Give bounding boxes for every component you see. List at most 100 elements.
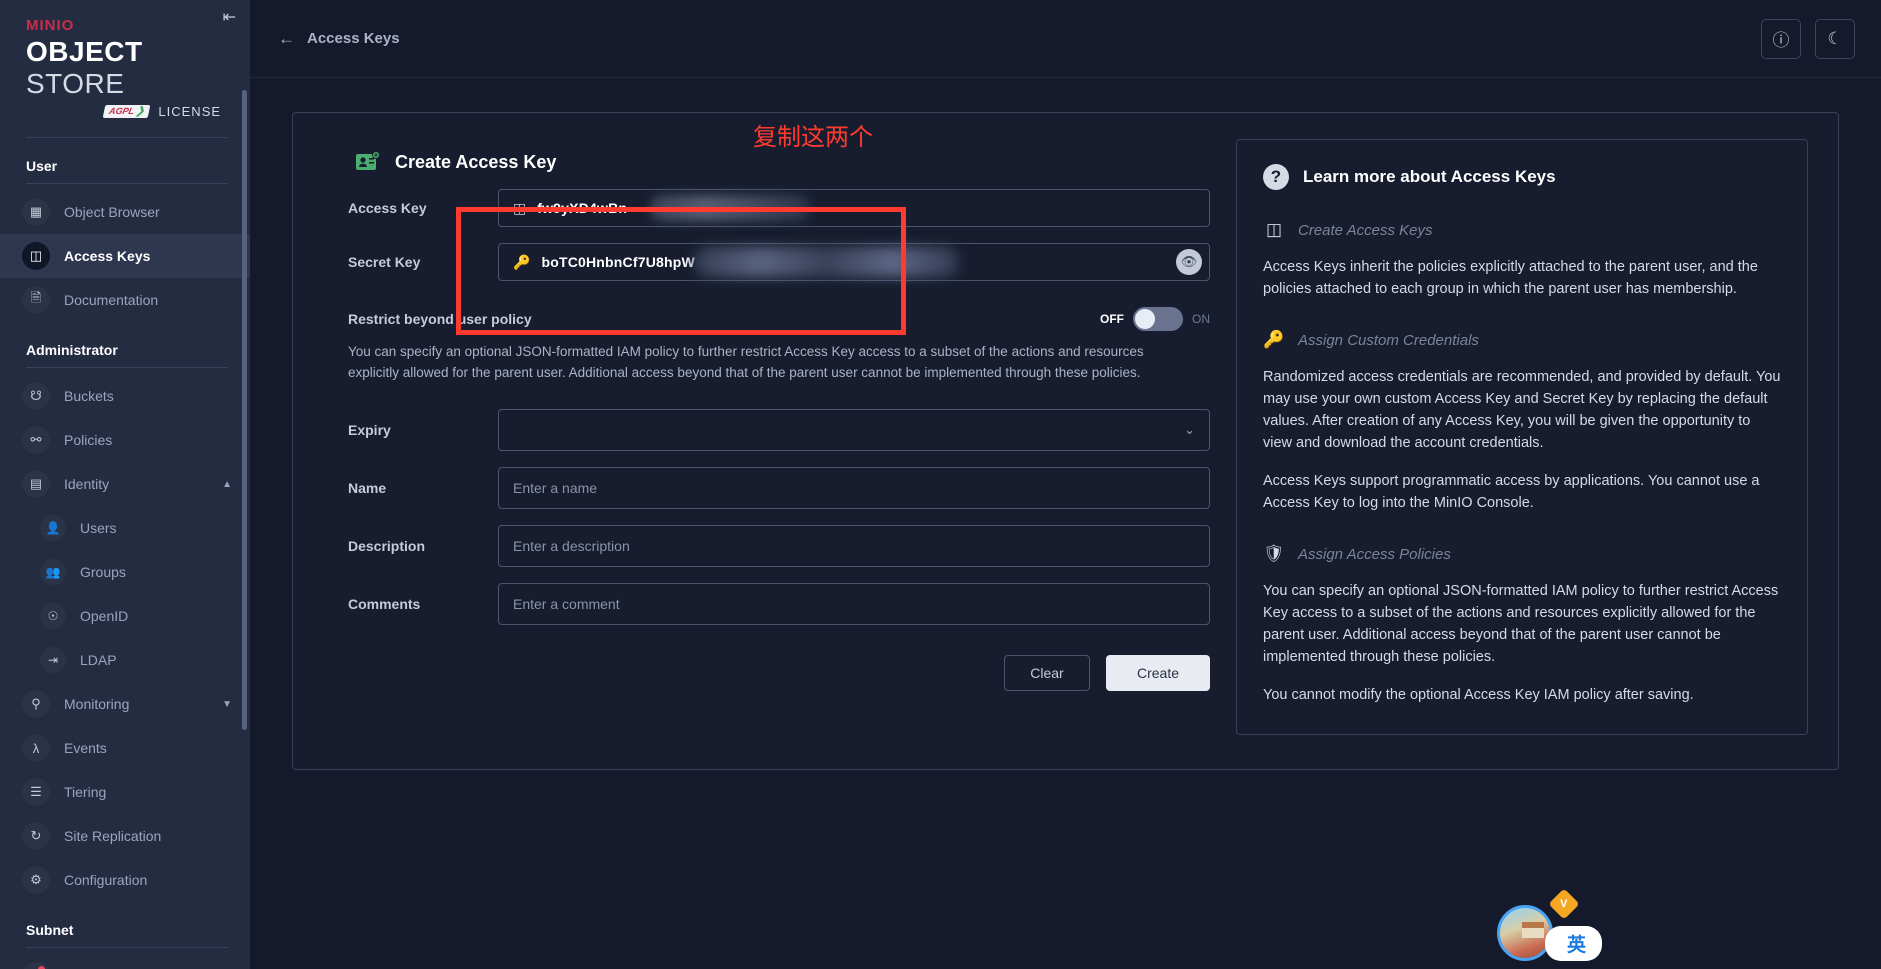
object-browser-icon: ▦ [22,198,50,226]
user-avatar-icon[interactable] [1497,905,1553,961]
sidebar: MINIO OBJECT STORE AGPL ❯ LICENSE ⇤ User… [0,0,250,969]
description-control: Enter a description [498,525,1210,567]
ime-widget[interactable]: V 英 [1497,888,1617,963]
name-control: Enter a name [498,467,1210,509]
secret-key-value: boTC0HnbnCf7U8hpW [541,254,695,270]
sidebar-item-configuration[interactable]: ⚙ Configuration [0,858,250,902]
sidebar-item-events[interactable]: λ Events [0,726,250,770]
help-heading-text: Assign Custom Credentials [1298,331,1479,349]
sidebar-item-license[interactable]: ▣ License [0,954,250,969]
page-title: Access Keys [307,30,400,47]
identity-icon: ▤ [22,470,50,498]
license-label: LICENSE [158,104,222,119]
help-paragraph: You can specify an optional JSON-formatt… [1263,583,1779,665]
agpl-swoosh-icon: ❯ [134,106,146,117]
help-paragraph: Randomized access credentials are recomm… [1263,369,1781,451]
panel-title-text: Create Access Key [395,151,557,172]
sidebar-item-documentation[interactable]: 🗎 Documentation [0,278,250,322]
name-label: Name [348,480,387,496]
topbar: ← Access Keys ⓘ ☾ [250,0,1881,78]
clear-button[interactable]: Clear [1004,655,1090,691]
restrict-policy-label: Restrict beyond user policy [348,311,532,327]
collapse-panel-icon[interactable]: ⇤ [223,10,236,26]
sidebar-item-openid[interactable]: ☉ OpenID [0,594,250,638]
ldap-icon: ⇥ [40,647,66,673]
sidebar-item-access-keys[interactable]: ◫ Access Keys [0,234,250,278]
toggle-knob [1135,309,1155,329]
access-key-input[interactable]: ◫ fw9yXD4wBn [498,189,1210,227]
ime-mode-label: 英 [1567,934,1587,956]
shield-icon: 🛡 [1263,544,1285,563]
section-rule [26,367,228,368]
form-actions: Clear Create [323,655,1210,691]
comments-input[interactable]: Enter a comment [498,583,1210,625]
openid-icon: ☉ [40,603,66,629]
description-placeholder: Enter a description [513,538,630,554]
key-icon: 🔑 [513,253,531,270]
sidebar-item-label: Configuration [64,872,148,888]
restrict-policy-row: Restrict beyond user policy OFF ON [323,307,1210,331]
secret-key-input[interactable]: 🔑 boTC0HnbnCf7U8hpW 👁 [498,243,1210,281]
eye-off-icon[interactable]: 👁 [1176,249,1202,275]
sidebar-item-label: Monitoring [64,696,130,712]
access-key-label: Access Key [348,200,427,216]
access-keys-icon: ◫ [22,242,50,270]
sidebar-item-identity[interactable]: ▤ Identity ▲ [0,462,250,506]
minio-console: MINIO OBJECT STORE AGPL ❯ LICENSE ⇤ User… [0,0,1881,969]
sidebar-item-label: Policies [64,432,113,448]
description-input[interactable]: Enter a description [498,525,1210,567]
panel-title: Create Access Key [355,151,1210,173]
vip-label: V [1560,898,1568,910]
sidebar-item-label: Access Keys [64,248,151,264]
sidebar-item-ldap[interactable]: ⇥ LDAP [0,638,250,682]
comments-placeholder: Enter a comment [513,596,620,612]
id-card-icon: ◫ [513,199,527,216]
create-access-key-icon [356,151,380,170]
help-header: ? Learn more about Access Keys [1263,164,1781,190]
sidebar-scrollbar[interactable] [242,90,247,730]
sidebar-item-tiering[interactable]: ☰ Tiering [0,770,250,814]
secret-key-row: Secret Key 🔑 boTC0HnbnCf7U8hpW 👁 [323,243,1210,281]
object-store-wordmark: OBJECT STORE [26,36,228,100]
help-paragraph: Access Keys support programmatic access … [1263,473,1760,511]
question-mark-icon: ? [1263,164,1289,190]
sidebar-item-buckets[interactable]: ☋ Buckets [0,374,250,418]
help-circle-icon[interactable]: ⓘ [1761,18,1801,59]
store-word: STORE [26,68,125,99]
groups-icon: 👥 [40,559,66,585]
restrict-policy-toggle-wrap: OFF ON [1100,307,1210,331]
license-row: AGPL ❯ LICENSE [26,104,228,119]
sidebar-item-users[interactable]: 👤 Users [0,506,250,550]
tiering-icon: ☰ [22,778,50,806]
moon-dark-mode-icon[interactable]: ☾ [1815,18,1855,59]
restrict-policy-toggle[interactable] [1133,307,1183,331]
expiry-row: Expiry ⌄ [323,409,1210,451]
help-title: Learn more about Access Keys [1303,167,1556,186]
sidebar-item-label: Events [64,740,107,756]
sidebar-item-label: LDAP [80,652,117,668]
site-replication-icon: ↻ [22,822,50,850]
agpl-badge: AGPL ❯ [102,105,151,118]
ime-mode-indicator[interactable]: 英 [1545,926,1603,961]
sidebar-item-site-replication[interactable]: ↻ Site Replication [0,814,250,858]
sidebar-item-object-browser[interactable]: ▦ Object Browser [0,190,250,234]
secret-key-control: 🔑 boTC0HnbnCf7U8hpW 👁 [498,243,1210,281]
sidebar-item-groups[interactable]: 👥 Groups [0,550,250,594]
expiry-select[interactable]: ⌄ [498,409,1210,451]
sidebar-item-monitoring[interactable]: ⚲ Monitoring ▼ [0,682,250,726]
create-button[interactable]: Create [1106,655,1210,691]
sidebar-item-label: Users [80,520,117,536]
help-paragraph: Access Keys inherit the policies explici… [1263,259,1758,297]
sidebar-item-label: Object Browser [64,204,160,220]
back-to-access-keys[interactable]: ← Access Keys [278,29,400,49]
section-rule [26,947,228,948]
help-paragraph: You cannot modify the optional Access Ke… [1263,687,1694,703]
sidebar-item-policies[interactable]: ⚯ Policies [0,418,250,462]
arrow-left-icon: ← [278,28,295,48]
chevron-down-icon: ⌄ [1184,422,1195,437]
chevron-down-icon[interactable]: ▼ [222,699,232,710]
chevron-up-icon[interactable]: ▲ [222,479,232,490]
monitoring-icon: ⚲ [22,690,50,718]
name-input[interactable]: Enter a name [498,467,1210,509]
help-heading-text: Assign Access Policies [1298,545,1451,563]
